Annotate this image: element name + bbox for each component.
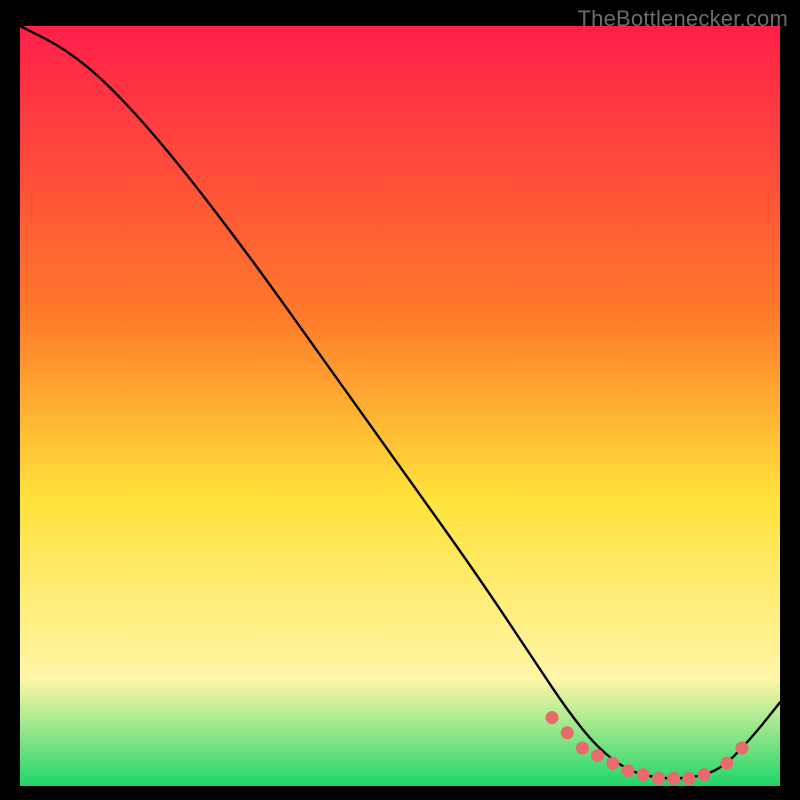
gradient-background [20,26,780,786]
marker-dot [682,772,695,785]
marker-dot [736,742,749,755]
plot-area [20,26,780,786]
marker-dot [720,757,733,770]
marker-dot [667,772,680,785]
plot-svg [20,26,780,786]
watermark-text: TheBottlenecker.com [578,6,788,32]
marker-dot [652,772,665,785]
marker-dot [637,768,650,781]
marker-dot [591,749,604,762]
marker-dot [576,742,589,755]
marker-dot [698,768,711,781]
chart-frame: TheBottlenecker.com [0,0,800,800]
marker-dot [606,757,619,770]
marker-dot [546,711,559,724]
marker-dot [561,726,574,739]
marker-dot [622,764,635,777]
